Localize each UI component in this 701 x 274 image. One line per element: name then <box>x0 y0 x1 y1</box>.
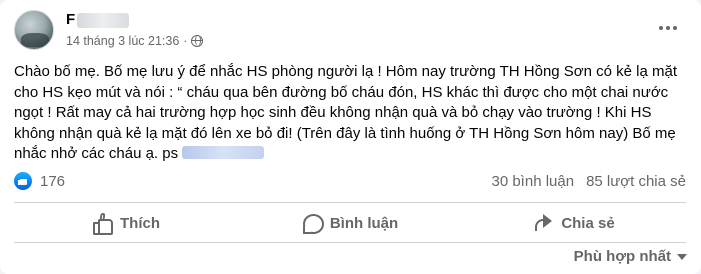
more-dot-icon <box>673 26 677 30</box>
more-options-button[interactable] <box>652 14 684 42</box>
author-avatar[interactable] <box>14 10 54 50</box>
like-button[interactable]: Thích <box>14 206 238 240</box>
post-card: F 14 tháng 3 lúc 21:36 · Chào bố mẹ. Bố m… <box>0 0 701 274</box>
post-body-line-last: nhắc nhở các cháu ạ. ps <box>14 144 689 165</box>
like-button-label: Thích <box>120 214 160 232</box>
more-dot-icon <box>659 26 663 30</box>
post-body-line: không nhận quà kẻ lạ mặt đó lên xe bỏ đi… <box>14 124 676 142</box>
globe-icon <box>191 35 204 47</box>
divider <box>14 202 686 203</box>
post-stats: 176 30 bình luận 85 lượt chia sẻ <box>14 170 686 196</box>
post-body-line-text: nhắc nhở các cháu ạ. ps <box>14 145 179 162</box>
post-timestamp[interactable]: 14 tháng 3 lúc 21:36 <box>66 34 179 48</box>
post-body-line: Chào bố mẹ. Bố mẹ lưu ý để nhắc HS phòng… <box>14 63 678 80</box>
comment-bubble-icon <box>302 213 324 234</box>
post-meta: 14 tháng 3 lúc 21:36 · <box>66 34 204 48</box>
divider <box>14 242 686 243</box>
post-body: Chào bố mẹ. Bố mẹ lưu ý để nhắc HS phòng… <box>14 62 689 165</box>
engagement-counts: 30 bình luận 85 lượt chia sẻ <box>491 173 686 190</box>
post-body-line: ngọt ! Rất may cả hai trường hợp học sin… <box>14 104 652 121</box>
comment-sort-dropdown[interactable]: Phù hợp nhất <box>574 248 687 265</box>
action-bar: Thích Bình luận Chia sẻ <box>14 206 686 240</box>
author-name[interactable]: F <box>66 11 130 28</box>
author-name-redaction <box>77 12 130 28</box>
comment-button-label: Bình luận <box>329 214 399 232</box>
meta-separator: · <box>183 34 188 48</box>
comment-count[interactable]: 30 bình luận <box>491 173 574 190</box>
share-count[interactable]: 85 lượt chia sẻ <box>586 173 686 190</box>
mention-link-redacted[interactable] <box>182 146 265 159</box>
thumbs-up-icon <box>92 213 113 235</box>
post-header: F 14 tháng 3 lúc 21:36 · <box>14 10 686 54</box>
share-button-label: Chia sẻ <box>561 214 615 232</box>
share-button[interactable]: Chia sẻ <box>462 206 686 240</box>
comment-button[interactable]: Bình luận <box>238 206 462 240</box>
comment-sort-label: Phù hợp nhất <box>573 248 671 265</box>
more-dot-icon <box>666 26 670 30</box>
post-body-line: cho HS kẹo mút và nói : “ cháu qua bên đ… <box>14 83 669 101</box>
author-name-text[interactable]: F <box>66 11 75 28</box>
chevron-down-icon <box>677 253 687 260</box>
share-arrow-icon <box>533 213 553 233</box>
reaction-count[interactable]: 176 <box>40 173 65 190</box>
like-reaction-icon[interactable] <box>14 172 32 190</box>
